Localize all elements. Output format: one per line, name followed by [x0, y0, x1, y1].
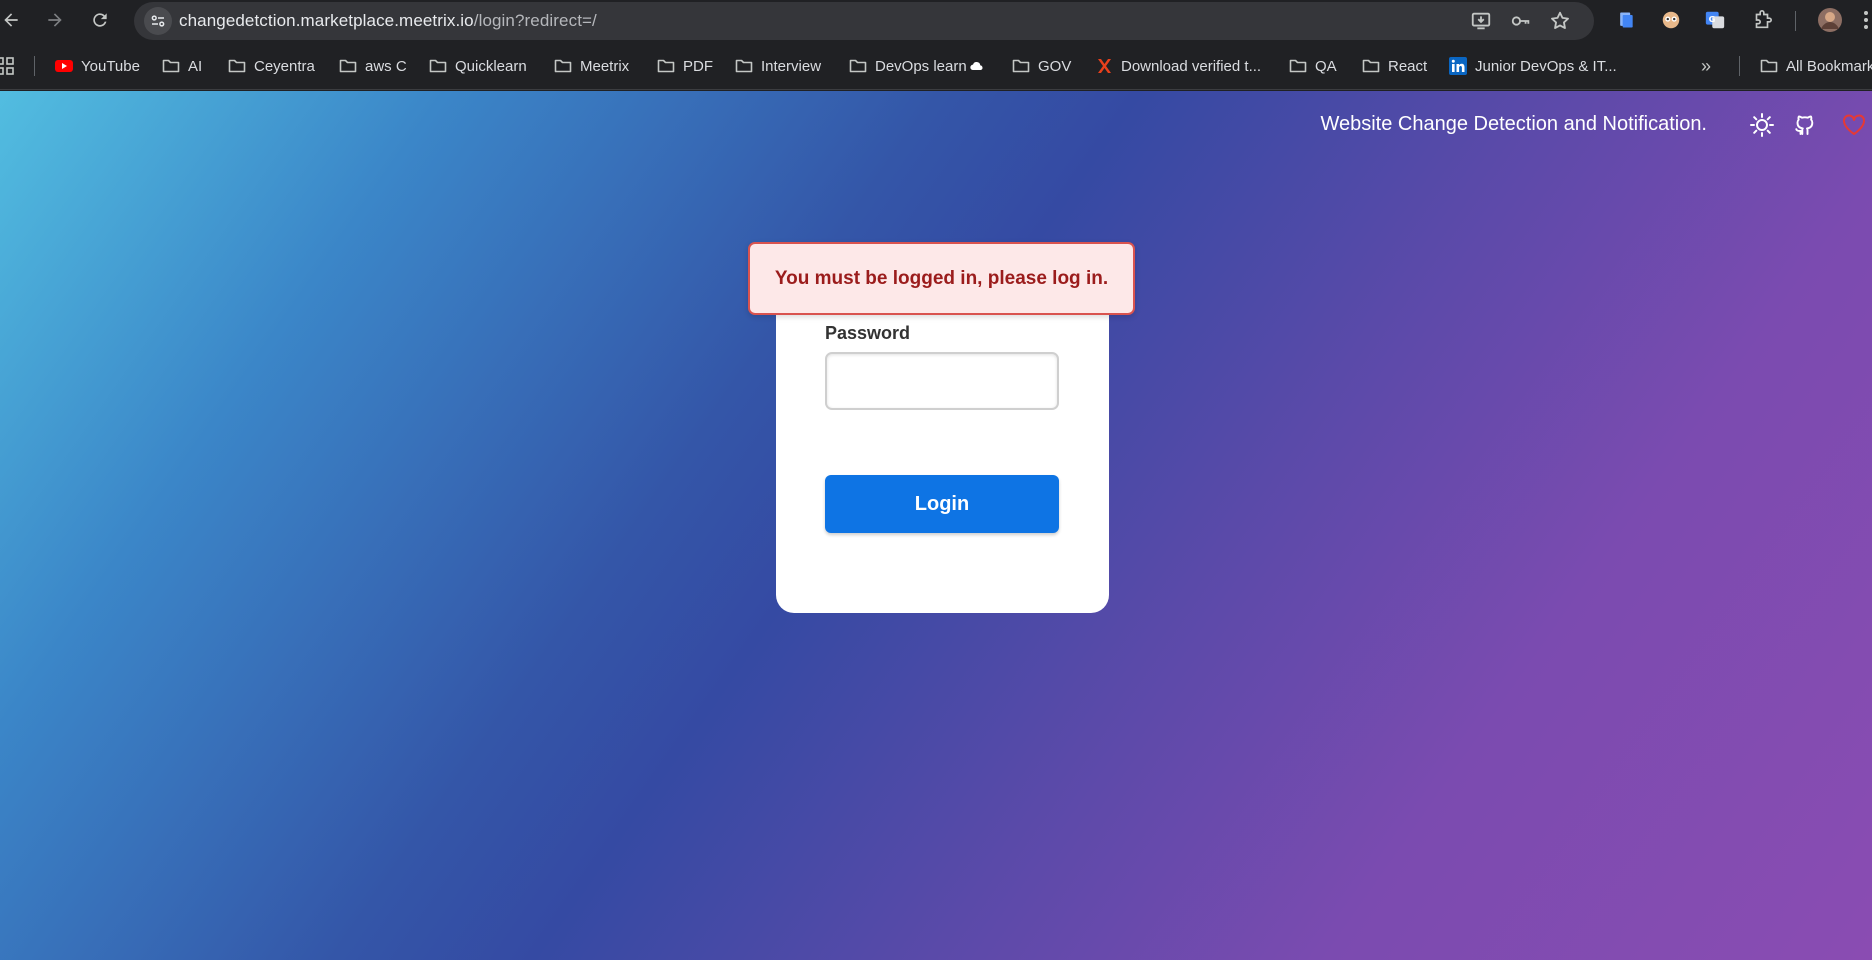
forward-arrow-icon[interactable]	[42, 7, 68, 33]
translate-icon[interactable]: G	[1704, 9, 1726, 31]
folder-icon	[339, 59, 357, 73]
bookmark-qa[interactable]: QA	[1289, 54, 1337, 78]
back-arrow-icon[interactable]	[0, 7, 24, 33]
bookmark-aws-c[interactable]: aws C	[339, 54, 407, 78]
x-logo-icon	[1098, 59, 1111, 73]
bookmark-label: Junior DevOps & IT...	[1475, 57, 1617, 75]
toolbar-divider	[1795, 11, 1796, 31]
bookmark-label: Interview	[761, 57, 822, 75]
address-bar[interactable]: changedetction.marketplace.meetrix.io/lo…	[134, 2, 1594, 40]
folder-icon	[1289, 59, 1307, 73]
bookmark-label: aws C	[365, 57, 407, 75]
bookmark-ai[interactable]: AI	[162, 54, 202, 78]
bookmark-label: GOV	[1038, 57, 1072, 75]
cloud-icon	[970, 62, 983, 70]
youtube-icon	[55, 60, 73, 72]
password-label: Password	[825, 323, 911, 343]
extension-owl-icon[interactable]	[1660, 9, 1682, 31]
reload-icon[interactable]	[87, 7, 113, 33]
all-bookmarks-button[interactable]: All Bookmarks	[1760, 54, 1872, 78]
key-icon[interactable]	[1510, 10, 1532, 32]
bookmark-label: QA	[1315, 57, 1337, 75]
folder-icon	[554, 59, 572, 73]
page-content: Website Change Detection and Notificatio…	[0, 91, 1872, 960]
bookmark-download-verified[interactable]: Download verified t...	[1095, 54, 1261, 78]
bookmarks-divider	[34, 56, 35, 76]
bookmark-label: DevOps learn	[875, 57, 967, 75]
extensions-puzzle-icon[interactable]	[1751, 9, 1773, 31]
bookmark-label: PDF	[683, 57, 713, 75]
bookmark-label: Quicklearn	[455, 57, 527, 75]
browser-toolbar: changedetction.marketplace.meetrix.io/lo…	[0, 0, 1872, 42]
linkedin-icon	[1449, 57, 1467, 75]
bookmark-react[interactable]: React	[1362, 54, 1427, 78]
profile-avatar[interactable]	[1817, 7, 1843, 33]
folder-icon	[735, 59, 753, 73]
folder-icon	[1760, 59, 1778, 73]
bookmark-youtube[interactable]: YouTube	[55, 54, 140, 78]
bookmark-label: YouTube	[81, 57, 140, 75]
folder-icon	[429, 59, 447, 73]
bookmarks-bar: YouTube AI Ceyentra aws C Quicklearn Mee…	[0, 42, 1872, 90]
bookmark-label: Meetrix	[580, 57, 630, 75]
bookmark-ceyentra[interactable]: Ceyentra	[228, 54, 315, 78]
overflow-chevron-icon: »	[1701, 55, 1712, 76]
folder-icon	[1012, 59, 1030, 73]
extension-doc-icon[interactable]	[1615, 9, 1637, 31]
bookmark-label: Ceyentra	[254, 57, 315, 75]
folder-icon	[849, 59, 867, 73]
github-icon[interactable]	[1790, 111, 1818, 139]
password-input[interactable]	[825, 352, 1059, 410]
url-host: changedetction.marketplace.meetrix.io	[179, 11, 474, 30]
sun-icon[interactable]	[1748, 111, 1776, 139]
apps-grid-icon[interactable]	[0, 54, 22, 78]
login-button[interactable]: Login	[825, 475, 1059, 533]
bookmark-devops-learn[interactable]: DevOps learn	[849, 54, 993, 78]
folder-icon	[657, 59, 675, 73]
bookmarks-divider-right	[1739, 56, 1740, 76]
bookmark-label: React	[1388, 57, 1428, 75]
folder-icon	[228, 59, 246, 73]
bookmark-label: All Bookmarks	[1786, 57, 1872, 75]
folder-icon	[162, 59, 180, 73]
site-info-icon[interactable]	[144, 7, 172, 35]
bookmark-label: Download verified t...	[1121, 57, 1262, 75]
browser-menu-icon[interactable]	[1855, 9, 1872, 31]
login-card: Password Login	[776, 296, 1109, 613]
folder-icon	[1362, 59, 1380, 73]
install-app-icon[interactable]	[1470, 10, 1492, 32]
site-tagline: Website Change Detection and Notificatio…	[1320, 113, 1707, 135]
bookmark-gov[interactable]: GOV	[1012, 54, 1071, 78]
bookmark-label: AI	[188, 57, 203, 75]
bookmark-star-icon[interactable]	[1549, 10, 1571, 32]
bookmarks-overflow-button[interactable]: »	[1701, 54, 1711, 78]
bookmark-pdf[interactable]: PDF	[657, 54, 713, 78]
bookmark-junior-devops[interactable]: Junior DevOps & IT...	[1449, 54, 1617, 78]
bookmark-meetrix[interactable]: Meetrix	[554, 54, 629, 78]
url-path: /login?redirect=/	[473, 11, 597, 30]
bookmark-quicklearn[interactable]: Quicklearn	[429, 54, 527, 78]
heart-icon[interactable]	[1840, 111, 1868, 139]
svg-text:G: G	[1709, 14, 1716, 24]
bookmark-interview[interactable]: Interview	[735, 54, 821, 78]
url-text[interactable]: changedetction.marketplace.meetrix.io/lo…	[179, 11, 597, 31]
flash-error-message: You must be logged in, please log in.	[748, 242, 1135, 315]
